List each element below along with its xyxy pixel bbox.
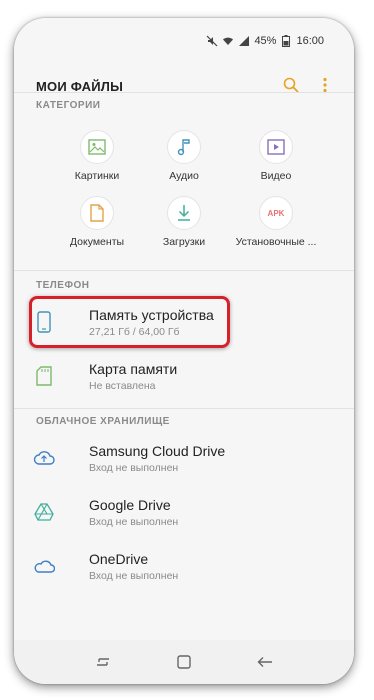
category-label: Документы <box>69 236 125 248</box>
apk-icon: APK <box>259 196 293 230</box>
header-divider <box>14 92 354 93</box>
list-item-subtitle: Не вставлена <box>89 380 156 392</box>
list-item-samsung-cloud[interactable]: Samsung Cloud Drive Вход не выполнен <box>14 434 354 484</box>
section-title-phone: ТЕЛЕФОН <box>36 280 90 291</box>
back-button[interactable] <box>254 651 276 673</box>
document-icon <box>80 196 114 230</box>
list-item-onedrive[interactable]: OneDrive Вход не выполнен <box>14 542 354 592</box>
onedrive-icon <box>32 554 56 578</box>
category-video[interactable]: Видео <box>226 130 326 182</box>
wifi-icon <box>222 35 234 47</box>
list-item-title: OneDrive <box>89 551 149 567</box>
category-downloads[interactable]: Загрузки <box>134 196 234 248</box>
back-arrow-icon <box>257 657 273 667</box>
download-icon <box>167 196 201 230</box>
signal-icon <box>238 35 250 47</box>
list-item-subtitle: Вход не выполнен <box>89 570 179 582</box>
category-documents[interactable]: Документы <box>47 196 147 248</box>
recent-apps-button[interactable] <box>92 651 114 673</box>
section-title-categories: КАТЕГОРИИ <box>36 100 101 111</box>
battery-icon <box>280 35 292 47</box>
home-icon <box>177 655 191 669</box>
samsung-cloud-icon <box>32 446 56 470</box>
recent-apps-icon <box>96 658 109 666</box>
list-item-memory-card[interactable]: Карта памяти Не вставлена <box>14 352 354 402</box>
section-title-cloud: ОБЛАЧНОЕ ХРАНИЛИЩЕ <box>36 416 170 427</box>
image-icon <box>80 130 114 164</box>
video-icon <box>259 130 293 164</box>
section-divider <box>14 408 354 409</box>
list-item-subtitle: Вход не выполнен <box>89 516 179 528</box>
home-button[interactable] <box>173 651 195 673</box>
section-divider <box>14 270 354 271</box>
list-item-title: Карта памяти <box>89 361 178 377</box>
category-label: Загрузки <box>162 236 206 248</box>
sd-card-icon <box>32 364 56 388</box>
phone-storage-icon <box>32 310 56 334</box>
clock: 16:00 <box>296 35 324 47</box>
mute-icon <box>206 35 218 47</box>
list-item-google-drive[interactable]: Google Drive Вход не выполнен <box>14 488 354 538</box>
list-item-subtitle: 27,21 Гб / 64,00 Гб <box>89 326 180 338</box>
category-label: Картинки <box>74 170 120 182</box>
list-item-title: Google Drive <box>89 497 171 513</box>
list-item-device-storage[interactable]: Память устройства 27,21 Гб / 64,00 Гб <box>14 298 354 348</box>
list-item-title: Samsung Cloud Drive <box>89 443 226 459</box>
category-images[interactable]: Картинки <box>47 130 147 182</box>
music-note-icon <box>167 130 201 164</box>
list-item-title: Память устройства <box>89 307 214 323</box>
google-drive-icon <box>32 500 56 524</box>
category-label: Аудио <box>169 170 199 182</box>
battery-percent: 45% <box>254 35 277 47</box>
category-label: Видео <box>260 170 292 182</box>
phone-screen: 45% 16:00 МОИ ФАЙЛЫ КАТЕГОРИИ Картинки А… <box>14 18 354 684</box>
category-installers[interactable]: APK Установочные ... <box>226 196 326 248</box>
status-bar: 45% 16:00 <box>14 18 354 62</box>
navigation-bar <box>14 640 354 684</box>
list-item-subtitle: Вход не выполнен <box>89 462 179 474</box>
category-audio[interactable]: Аудио <box>134 130 234 182</box>
category-label: Установочные ... <box>235 236 317 248</box>
